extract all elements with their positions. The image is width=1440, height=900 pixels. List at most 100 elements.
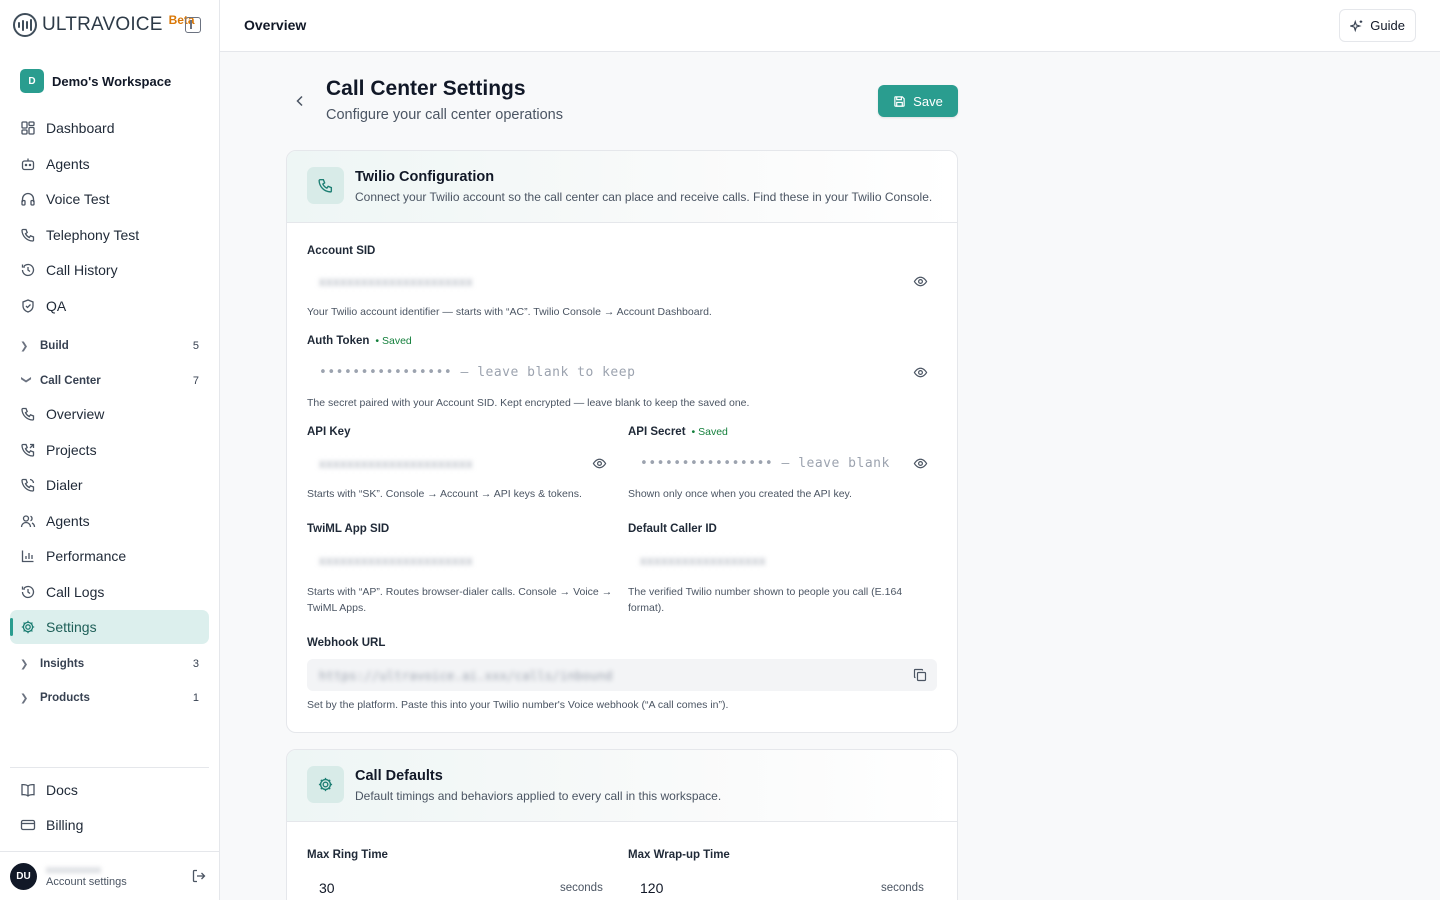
max-wrapup-time-input[interactable]: 120 [640, 873, 663, 900]
saved-badge: • Saved [691, 426, 728, 438]
sidebar-item-label: Billing [46, 817, 84, 833]
sidebar-item-label: Call Logs [46, 584, 105, 600]
auth-token-placeholder: •••••••••••••••• — leave blank to keep [319, 364, 636, 380]
nav-group-insights[interactable]: ❯ Insights 3 [20, 654, 199, 674]
webhook-url-value: https://ultravoice.ai.xxx/calls/inbound [319, 667, 613, 683]
save-label: Save [913, 93, 943, 109]
twilio-config-card: Twilio Configuration Connect your Twilio… [286, 150, 958, 733]
twiml-app-sid-input[interactable]: xxxxxxxxxxxxxxxxxxxxxx [307, 544, 607, 576]
sidebar: ULTRAVOICE Beta D Demo's Workspace Dashb… [0, 0, 220, 900]
auth-token-input[interactable]: •••••••••••••••• — leave blank to keep [307, 356, 907, 388]
bot-icon [20, 156, 36, 172]
sidebar-item-label: Dialer [46, 477, 83, 493]
page-title: Call Center Settings [326, 77, 526, 100]
save-icon [894, 95, 905, 107]
sidebar-item-label: Agents [46, 513, 90, 529]
sidebar-item-dialer[interactable]: Dialer [10, 468, 209, 502]
sidebar-item-docs[interactable]: Docs [10, 773, 209, 807]
default-caller-id-help: The verified Twilio number shown to peop… [628, 586, 903, 614]
account-sid-input[interactable]: xxxxxxxxxxxxxxxxxxxxxx [307, 265, 937, 297]
api-key-help: Starts with “SK”. Console → Account → AP… [307, 488, 582, 500]
saved-badge: • Saved [375, 335, 412, 347]
avatar: DU [10, 862, 37, 890]
default-caller-id-input[interactable]: xxxxxxxxxxxxxxxxxx [628, 544, 937, 576]
account-sid-value: xxxxxxxxxxxxxxxxxxxxxx [319, 273, 473, 289]
sidebar-item-dashboard[interactable]: Dashboard [10, 111, 209, 145]
save-button[interactable]: Save [878, 85, 958, 117]
sidebar-item-projects[interactable]: Projects [10, 433, 209, 467]
sidebar-item-agents[interactable]: Agents [10, 147, 209, 181]
max-ring-time-input[interactable]: 30 [319, 873, 335, 900]
max-wrapup-time-unit: seconds [881, 882, 924, 894]
logout-icon[interactable] [191, 868, 207, 884]
eye-icon[interactable] [913, 365, 928, 380]
sidebar-item-label: Agents [46, 156, 90, 172]
sidebar-item-telephony-test[interactable]: Telephony Test [10, 218, 209, 252]
card-title: Twilio Configuration [355, 169, 495, 185]
phone-icon [307, 167, 344, 204]
sidebar-item-label: Call History [46, 262, 118, 278]
group-count: 3 [192, 658, 199, 670]
call-defaults-card: Call Defaults Default timings and behavi… [286, 749, 958, 900]
sidebar-item-billing[interactable]: Billing [10, 808, 209, 842]
nav-group-products[interactable]: ❯ Products 1 [20, 688, 199, 708]
api-key-value: xxxxxxxxxxxxxxxxxxxxxx [319, 455, 473, 471]
webhook-url-help: Set by the platform. Paste this into you… [307, 699, 729, 711]
max-ring-time-label: Max Ring Time [307, 849, 388, 861]
eye-icon[interactable] [913, 456, 928, 471]
account-settings-link[interactable]: Account settings [46, 876, 127, 888]
sidebar-item-call-logs[interactable]: Call Logs [10, 575, 209, 609]
guide-label: Guide [1370, 18, 1405, 33]
brand-logo-row: ULTRAVOICE Beta [13, 12, 205, 38]
card-header: Twilio Configuration Connect your Twilio… [287, 151, 957, 223]
account-sid-help: Your Twilio account identifier — starts … [307, 306, 712, 318]
eye-icon[interactable] [913, 274, 928, 289]
api-secret-label: API Secret • Saved [628, 426, 728, 438]
workspace-name: Demo's Workspace [52, 73, 172, 89]
card-title: Call Defaults [355, 768, 443, 784]
account-menu[interactable]: DU xxxxxxxxxxx Account settings [10, 862, 209, 890]
history-icon [20, 262, 36, 278]
sidebar-item-overview[interactable]: Overview [10, 397, 209, 431]
nav-group-build[interactable]: ❯ Build 5 [20, 336, 199, 356]
sidebar-collapse-icon[interactable] [185, 17, 201, 33]
guide-button[interactable]: Guide [1339, 9, 1416, 42]
card-header: Call Defaults Default timings and behavi… [287, 750, 957, 822]
sidebar-item-settings[interactable]: Settings [10, 610, 209, 644]
group-label: Call Center [40, 375, 101, 387]
phone-forward-icon [20, 442, 36, 458]
sidebar-item-label: Telephony Test [46, 227, 140, 243]
account-sid-label: Account SID [307, 245, 376, 257]
nav-group-call-center[interactable]: ❯ Call Center 7 [20, 371, 200, 391]
grid-icon [20, 120, 36, 136]
chevron-right-icon: ❯ [20, 658, 29, 670]
default-caller-id-label: Default Caller ID [628, 523, 717, 535]
max-wrapup-time-label: Max Wrap-up Time [628, 849, 730, 861]
back-arrow-icon[interactable] [293, 94, 307, 108]
sidebar-item-label: Overview [46, 406, 105, 422]
api-key-input[interactable]: xxxxxxxxxxxxxxxxxxxxxx [307, 447, 607, 479]
workspace-avatar: D [20, 69, 44, 93]
group-count: 1 [192, 692, 199, 704]
default-caller-id-value: xxxxxxxxxxxxxxxxxx [640, 552, 766, 568]
sidebar-item-call-history[interactable]: Call History [10, 253, 209, 287]
eye-icon[interactable] [592, 456, 607, 471]
webhook-url-label: Webhook URL [307, 637, 386, 649]
sidebar-item-qa[interactable]: QA [10, 289, 209, 323]
copy-icon[interactable] [913, 668, 927, 682]
sidebar-item-performance[interactable]: Performance [10, 539, 209, 573]
book-icon [20, 782, 36, 798]
sidebar-item-voice-test[interactable]: Voice Test [10, 182, 209, 216]
twiml-app-sid-label: TwiML App SID [307, 523, 390, 535]
webhook-url-field[interactable]: https://ultravoice.ai.xxx/calls/inbound [307, 659, 937, 691]
group-count: 5 [192, 340, 199, 352]
sidebar-item-cc-agents[interactable]: Agents [10, 504, 209, 538]
card-subtitle: Connect your Twilio account so the call … [355, 190, 933, 204]
sidebar-item-label: Settings [46, 619, 97, 635]
card-subtitle: Default timings and behaviors applied to… [355, 789, 722, 803]
chevron-right-icon: ❯ [20, 692, 29, 704]
account-name: xxxxxxxxxxx [46, 864, 101, 876]
auth-token-help: The secret paired with your Account SID.… [307, 397, 750, 409]
api-secret-input[interactable]: •••••••••••••••• — leave blank [628, 447, 903, 479]
workspace-switcher[interactable]: D Demo's Workspace [20, 69, 171, 93]
